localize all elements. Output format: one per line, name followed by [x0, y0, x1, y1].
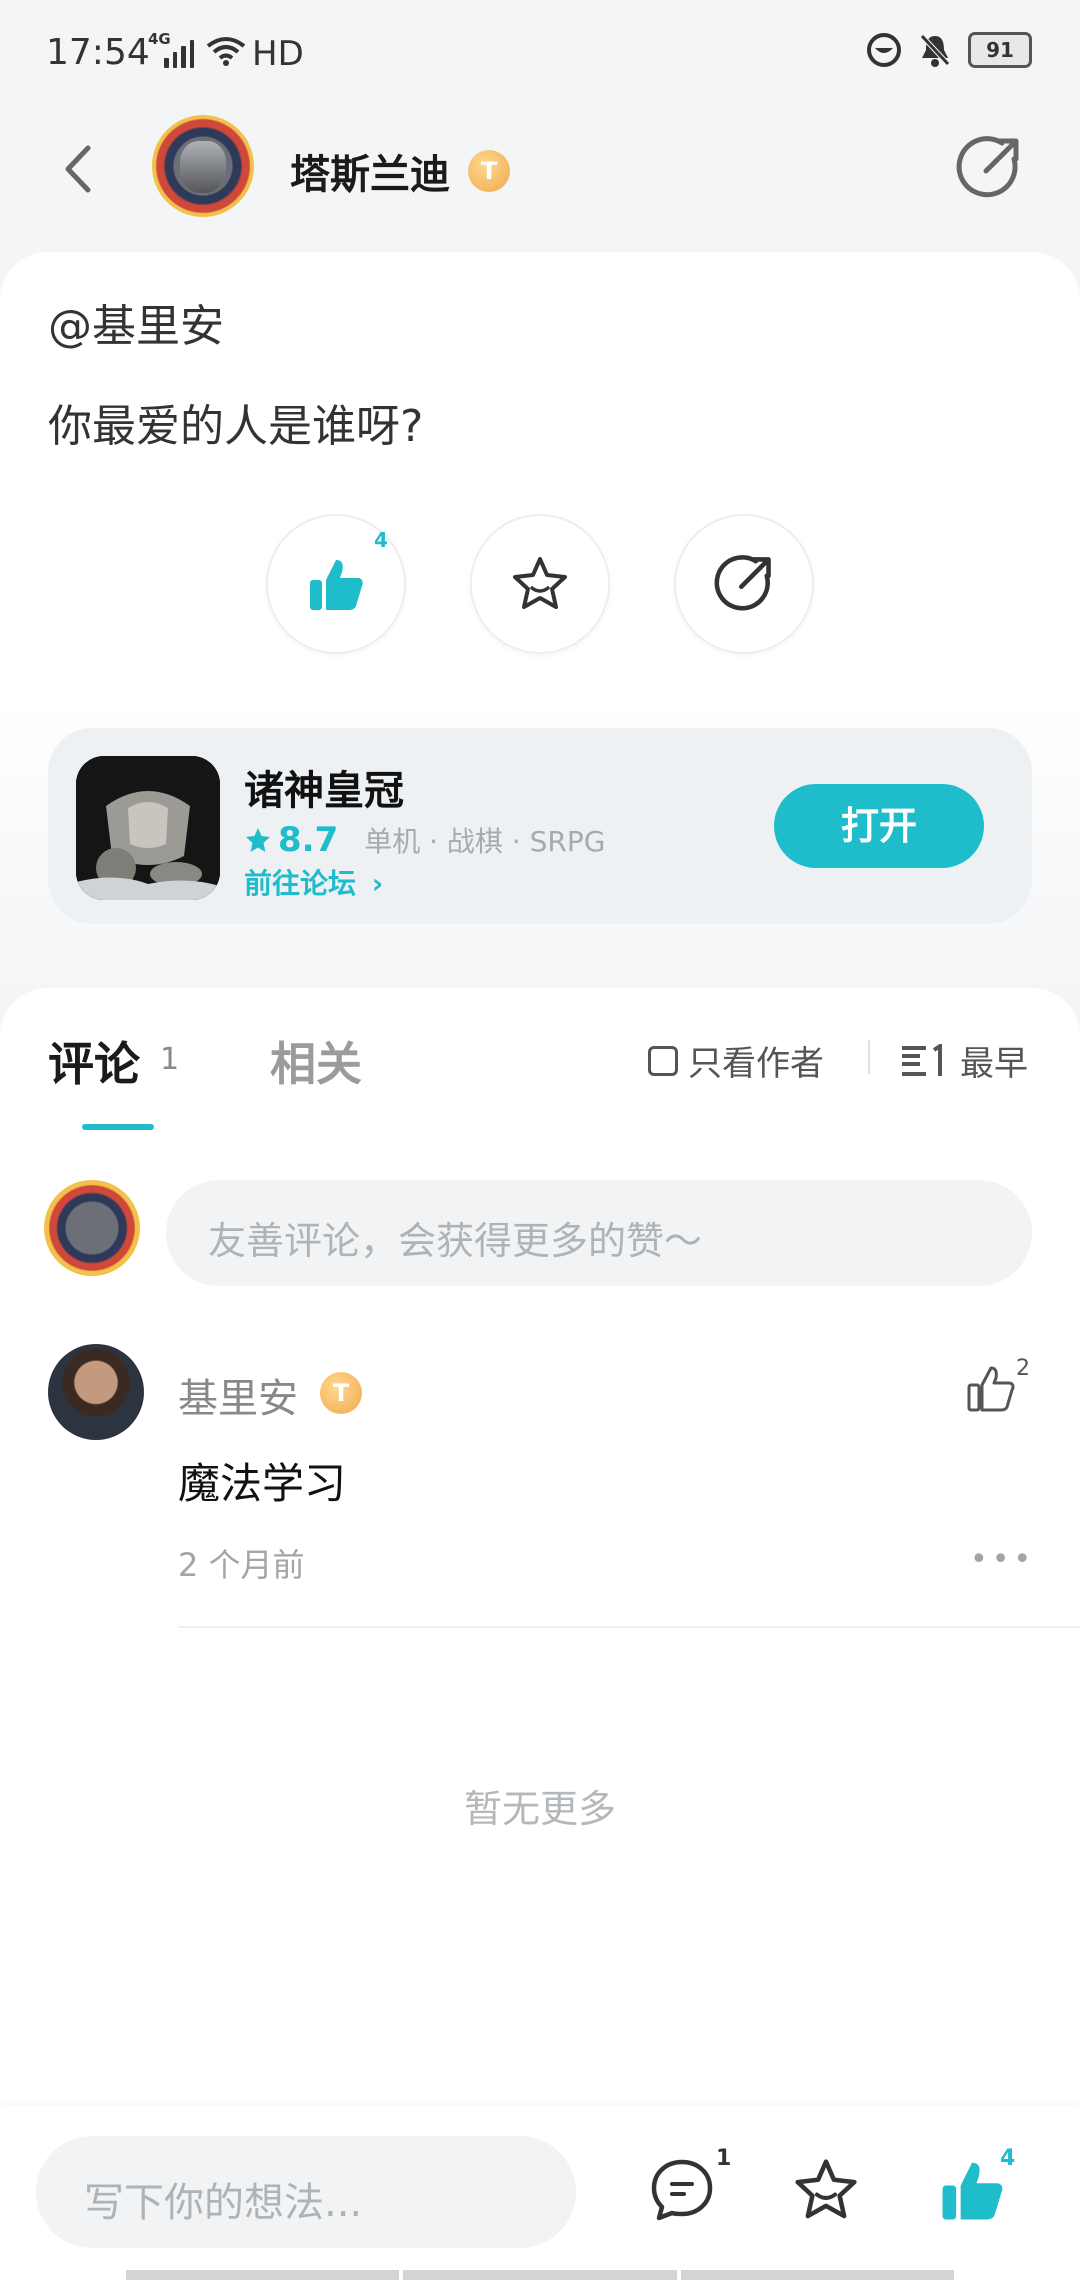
focus-mode-icon	[867, 33, 901, 67]
status-bar: 17:54 4G HD 91	[0, 0, 1080, 110]
comment-divider	[178, 1626, 1080, 1628]
open-game-button[interactable]: 打开	[774, 784, 984, 868]
post-text: 你最爱的人是谁呀?	[48, 401, 424, 452]
thumbs-up-icon	[310, 560, 363, 610]
chevron-right-icon: ›	[371, 867, 384, 900]
share-icon[interactable]	[956, 135, 1022, 201]
write-thoughts-input[interactable]: 写下你的想法...	[36, 2136, 576, 2248]
system-nav-bar	[126, 2270, 954, 2280]
comment-like-count: 2	[1016, 1356, 1030, 1381]
comment-input[interactable]: 友善评论，会获得更多的赞～	[166, 1180, 1032, 1286]
status-time: 17:54	[46, 32, 150, 73]
active-tab-indicator	[82, 1124, 154, 1130]
only-author-toggle[interactable]: 只看作者	[648, 1036, 824, 1085]
checkbox-icon[interactable]	[648, 1045, 678, 1076]
tab-comments[interactable]: 评论	[48, 1028, 140, 1094]
only-author-label: 只看作者	[688, 1044, 824, 1084]
comment-bubble-icon[interactable]	[648, 2156, 716, 2224]
commenter-name[interactable]: 基里安	[178, 1366, 298, 1424]
favorite-star-icon[interactable]	[792, 2156, 860, 2224]
comment-text: 魔法学习	[178, 1459, 347, 1508]
author-level-badge: T	[468, 150, 510, 192]
comment-input-placeholder: 友善评论，会获得更多的赞～	[208, 1219, 703, 1263]
tab-related[interactable]: 相关	[270, 1028, 362, 1094]
my-avatar	[44, 1180, 140, 1276]
share-icon	[714, 555, 771, 611]
armor-icon	[76, 756, 220, 900]
hd-indicator: HD	[252, 34, 304, 74]
bottom-like-count: 4	[1000, 2146, 1016, 2171]
post-favorite-button[interactable]	[470, 514, 610, 654]
game-forum-link[interactable]: 前往论坛 ›	[244, 862, 383, 902]
comment-time: 2 个月前	[178, 1546, 305, 1584]
no-more-label: 暂无更多	[463, 1787, 616, 1831]
more-options-icon[interactable]: •••	[970, 1542, 1035, 1577]
write-thoughts-placeholder: 写下你的想法...	[84, 2180, 363, 2226]
mute-icon	[920, 34, 950, 67]
badge-letter: T	[332, 1379, 350, 1407]
sort-icon	[902, 1043, 942, 1076]
post-share-button[interactable]	[674, 514, 814, 654]
wifi-icon	[206, 37, 246, 66]
game-score: 8.7	[278, 820, 339, 860]
post-like-button[interactable]: 4	[266, 514, 406, 654]
sort-label: 最早	[960, 1044, 1028, 1084]
back-button[interactable]	[56, 142, 102, 196]
battery-indicator: 91	[968, 32, 1032, 68]
commenter-level-badge: T	[320, 1372, 362, 1414]
comments-tab-count: 1	[160, 1042, 180, 1077]
sort-toggle[interactable]: 最早	[902, 1036, 1028, 1085]
bottom-comment-count: 1	[716, 2146, 732, 2171]
game-card[interactable]: 诸神皇冠 8.7 单机 · 战棋 · SRPG 前往论坛 › 打开	[48, 728, 1032, 924]
game-tags: 单机 · 战棋 · SRPG	[364, 825, 606, 858]
comment-like-button[interactable]	[966, 1364, 1016, 1414]
author-name[interactable]: 塔斯兰迪	[290, 142, 450, 200]
forum-link-label: 前往论坛	[244, 867, 357, 900]
game-name[interactable]: 诸神皇冠	[244, 758, 404, 816]
game-rating: 8.7 单机 · 战棋 · SRPG	[244, 820, 605, 860]
post-like-count: 4	[374, 528, 388, 552]
status-right: 91	[866, 32, 1032, 68]
commenter-avatar[interactable]	[48, 1344, 144, 1440]
author-avatar[interactable]	[152, 115, 254, 217]
star-icon	[513, 557, 567, 609]
rating-star-icon	[246, 828, 270, 852]
game-icon[interactable]	[76, 756, 220, 900]
badge-letter: T	[480, 157, 498, 185]
signal-icon	[164, 36, 194, 68]
like-thumbs-up-icon[interactable]	[938, 2156, 1006, 2224]
post-mention[interactable]: @基里安	[48, 290, 224, 354]
filter-divider	[868, 1040, 870, 1074]
comments-panel	[0, 988, 1080, 2108]
